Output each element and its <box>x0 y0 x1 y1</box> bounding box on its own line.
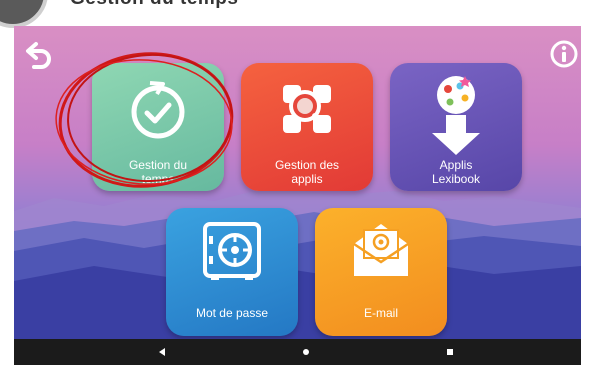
safe-icon <box>203 222 261 280</box>
download-apps-icon <box>432 76 480 155</box>
envelope-at-icon <box>353 224 409 276</box>
triangle-back-icon <box>159 348 165 356</box>
tile-label-applis-lexibook-1: Applis <box>439 158 473 172</box>
tile-e-mail[interactable]: E-mail <box>315 208 447 336</box>
info-icon[interactable] <box>550 40 578 68</box>
app-search-icon <box>283 85 331 133</box>
tile-label-gestion-des-applis-1: Gestion des <box>274 158 340 172</box>
back-arrow-icon[interactable] <box>24 40 54 70</box>
tile-label-mot-de-passe: Mot de passe <box>195 306 269 320</box>
tile-label-gestion-des-applis-2: applis <box>291 172 323 186</box>
tutorial-caption: Gestion du temps <box>70 0 238 10</box>
tile-label-applis-lexibook-2: Lexibook <box>431 172 481 186</box>
tablet-screen: Gestion du temps Gestion des applis Appl… <box>14 26 581 365</box>
navigation-bar <box>14 339 581 365</box>
tile-gestion-des-applis[interactable]: Gestion des applis <box>241 63 373 191</box>
nav-recents-button[interactable] <box>430 339 470 365</box>
nav-home-button[interactable] <box>286 339 326 365</box>
tile-label-e-mail: E-mail <box>363 306 398 320</box>
annotation-circle <box>55 52 234 188</box>
home-dot-icon <box>303 349 309 355</box>
nav-back-button[interactable] <box>142 339 182 365</box>
square-recents-icon <box>447 349 453 355</box>
step-number-circle <box>0 0 48 28</box>
tile-mot-de-passe[interactable]: Mot de passe <box>166 208 298 336</box>
tile-applis-lexibook[interactable]: Applis Lexibook <box>390 63 522 191</box>
